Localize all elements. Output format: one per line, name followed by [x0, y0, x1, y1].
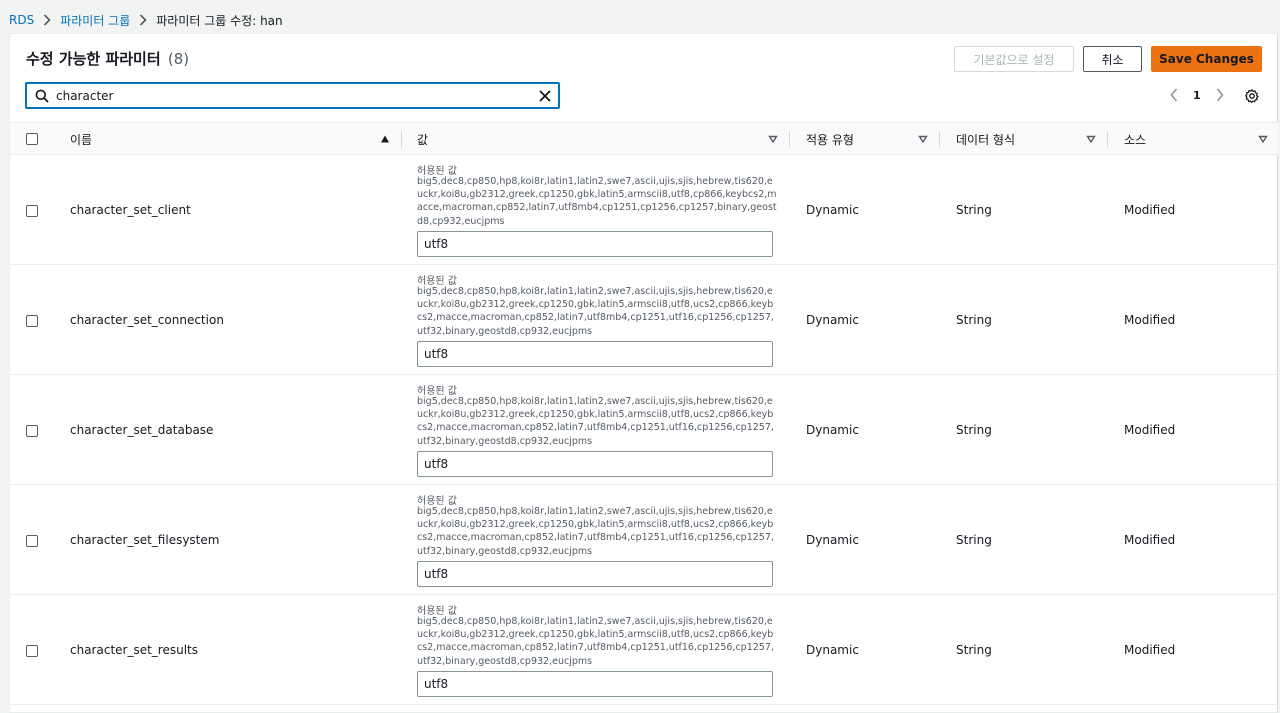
allowed-values-text: big5,dec8,cp850,hp8,koi8r,latin1,latin2,… — [417, 616, 774, 667]
caret-down-icon[interactable] — [768, 134, 778, 144]
apply-type: Dynamic — [806, 423, 859, 437]
source: Modified — [1124, 533, 1176, 547]
allowed-values-text: big5,dec8,cp850,hp8,koi8r,latin1,latin2,… — [417, 396, 774, 447]
source: Modified — [1124, 423, 1176, 437]
cancel-button[interactable]: 취소 — [1083, 46, 1142, 72]
pagination: 1 — [1168, 88, 1226, 102]
column-divider[interactable] — [789, 131, 790, 148]
apply-type: Dynamic — [806, 313, 859, 327]
breadcrumb: RDS 파라미터 그룹 파라미터 그룹 수정: han — [9, 12, 283, 28]
allowed-values-text: big5,dec8,cp850,hp8,koi8r,latin1,latin2,… — [417, 176, 777, 227]
data-type: String — [956, 643, 992, 657]
table-row: character_set_client 허용된 값 big5,dec8,cp8… — [10, 155, 1278, 265]
page-number[interactable]: 1 — [1193, 89, 1201, 102]
parameter-name: character_set_filesystem — [70, 533, 220, 547]
breadcrumb-parameter-groups-link[interactable]: 파라미터 그룹 — [60, 12, 130, 29]
data-type: String — [956, 533, 992, 547]
parameter-value-input[interactable] — [417, 231, 773, 257]
allowed-values-text: big5,dec8,cp850,hp8,koi8r,latin1,latin2,… — [417, 506, 774, 557]
column-value-label: 값 — [417, 132, 429, 147]
apply-type: Dynamic — [806, 533, 859, 547]
source: Modified — [1124, 643, 1176, 657]
column-divider[interactable] — [1107, 131, 1108, 148]
column-header-value[interactable]: 값 — [417, 123, 428, 155]
search-input[interactable] — [56, 88, 526, 103]
breadcrumb-rds-link[interactable]: RDS — [9, 13, 34, 27]
table-row: character_set_filesystem 허용된 값 big5,dec8… — [10, 485, 1278, 595]
parameter-value-input[interactable] — [417, 341, 773, 367]
save-changes-button[interactable]: Save Changes — [1151, 46, 1262, 72]
row-checkbox[interactable] — [26, 645, 38, 657]
parameter-name: character_set_results — [70, 643, 199, 657]
close-icon[interactable] — [538, 89, 552, 103]
source: Modified — [1124, 203, 1176, 217]
column-divider[interactable] — [401, 131, 402, 148]
column-header-name[interactable]: 이름 — [70, 123, 92, 155]
select-all-checkbox[interactable] — [26, 133, 38, 145]
table-row: character_set_connection 허용된 값 big5,dec8… — [10, 265, 1278, 375]
apply-type: Dynamic — [806, 643, 859, 657]
breadcrumb-current: 파라미터 그룹 수정: han — [156, 13, 283, 28]
row-checkbox[interactable] — [26, 535, 38, 547]
parameter-count: (8) — [167, 50, 190, 68]
chevron-left-icon[interactable] — [1168, 88, 1180, 102]
column-divider[interactable] — [939, 131, 940, 148]
column-header-data-type[interactable]: 데이터 형식 — [956, 123, 1015, 155]
gear-icon[interactable] — [1245, 89, 1259, 103]
table-row: character_set_results 허용된 값 big5,dec8,cp… — [10, 595, 1278, 705]
column-header-source[interactable]: 소스 — [1124, 123, 1146, 155]
chevron-right-icon — [43, 14, 51, 26]
chevron-right-icon — [139, 14, 147, 26]
table-header: 이름 값 적용 유형 데이터 형식 소스 — [10, 122, 1278, 155]
column-data-type-label: 데이터 형식 — [956, 132, 1016, 147]
parameter-name: character_set_database — [70, 423, 214, 437]
row-checkbox[interactable] — [26, 425, 38, 437]
caret-down-icon[interactable] — [1258, 134, 1268, 144]
column-name-label: 이름 — [70, 132, 93, 147]
allowed-values-text: big5,dec8,cp850,hp8,koi8r,latin1,latin2,… — [417, 286, 774, 337]
data-type: String — [956, 313, 992, 327]
source: Modified — [1124, 313, 1176, 327]
parameter-value-input[interactable] — [417, 561, 773, 587]
caret-down-icon[interactable] — [1086, 134, 1096, 144]
data-type: String — [956, 423, 992, 437]
reset-to-default-button[interactable]: 기본값으로 설정 — [954, 46, 1074, 72]
parameters-panel: 수정 가능한 파라미터 (8) 기본값으로 설정 취소 Save Changes… — [9, 33, 1278, 713]
parameter-name: character_set_connection — [70, 313, 224, 327]
caret-down-icon[interactable] — [918, 134, 928, 144]
search-icon — [35, 89, 49, 103]
chevron-right-icon[interactable] — [1214, 88, 1226, 102]
table-row: character_set_database 허용된 값 big5,dec8,c… — [10, 375, 1278, 485]
apply-type: Dynamic — [806, 203, 859, 217]
search-box — [25, 82, 560, 109]
page-title: 수정 가능한 파라미터 (8) — [26, 48, 189, 69]
column-header-apply-type[interactable]: 적용 유형 — [806, 123, 854, 155]
parameter-name: character_set_client — [70, 203, 191, 217]
data-type: String — [956, 203, 992, 217]
parameter-value-input[interactable] — [417, 451, 773, 477]
sort-ascending-icon[interactable] — [380, 134, 390, 144]
row-checkbox[interactable] — [26, 205, 38, 217]
row-checkbox[interactable] — [26, 315, 38, 327]
parameter-value-input[interactable] — [417, 671, 773, 697]
column-source-label: 소스 — [1124, 132, 1147, 147]
column-apply-type-label: 적용 유형 — [806, 132, 854, 147]
panel-title-text: 수정 가능한 파라미터 — [26, 50, 161, 68]
